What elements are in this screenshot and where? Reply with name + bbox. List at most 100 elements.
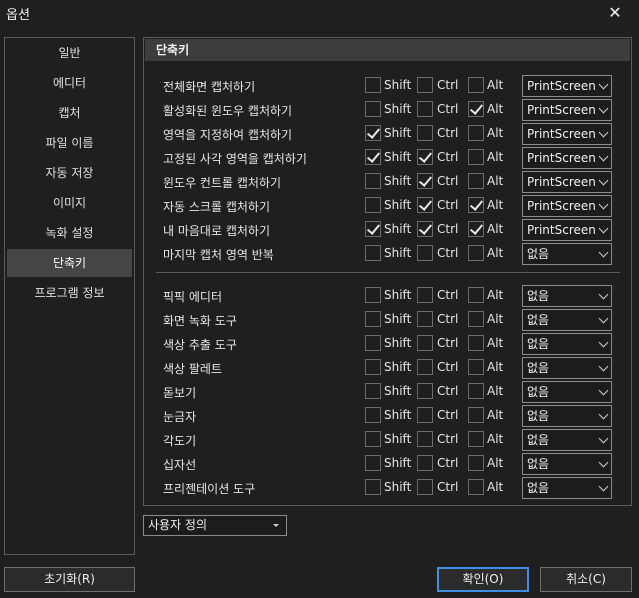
alt-label: Alt <box>487 312 504 326</box>
alt-checkbox[interactable] <box>468 173 484 189</box>
ctrl-checkbox[interactable] <box>417 287 433 303</box>
ctrl-checkbox[interactable] <box>417 125 433 141</box>
shift-label: Shift <box>384 432 412 446</box>
shift-label: Shift <box>384 288 412 302</box>
shift-checkbox[interactable] <box>365 455 381 471</box>
alt-checkbox[interactable] <box>468 77 484 93</box>
chevron-down-icon <box>598 199 609 210</box>
ctrl-checkbox[interactable] <box>417 479 433 495</box>
key-dropdown[interactable]: PrintScreen <box>522 195 612 217</box>
alt-label: Alt <box>487 222 504 236</box>
ctrl-checkbox[interactable] <box>417 101 433 117</box>
ctrl-checkbox[interactable] <box>417 383 433 399</box>
alt-checkbox[interactable] <box>468 149 484 165</box>
ctrl-checkbox[interactable] <box>417 221 433 237</box>
key-dropdown[interactable]: 없음 <box>522 381 612 403</box>
sidebar-item-4[interactable]: 자동 저장 <box>7 159 132 187</box>
alt-checkbox[interactable] <box>468 221 484 237</box>
chevron-down-icon <box>598 175 609 186</box>
alt-checkbox[interactable] <box>468 383 484 399</box>
key-dropdown[interactable]: 없음 <box>522 405 612 427</box>
chevron-down-icon <box>598 481 609 492</box>
shift-checkbox[interactable] <box>365 221 381 237</box>
key-dropdown[interactable]: PrintScreen <box>522 123 612 145</box>
shift-checkbox[interactable] <box>365 287 381 303</box>
shortcut-row: 윈도우 컨트롤 캡처하기 Shift Ctrl Alt PrintScreen <box>144 171 633 193</box>
sidebar-item-2[interactable]: 캡처 <box>7 99 132 127</box>
preset-dropdown[interactable]: 사용자 정의 <box>143 515 287 536</box>
key-dropdown[interactable]: PrintScreen <box>522 75 612 97</box>
alt-checkbox[interactable] <box>468 479 484 495</box>
ctrl-checkbox[interactable] <box>417 173 433 189</box>
alt-checkbox[interactable] <box>468 287 484 303</box>
sidebar-item-3[interactable]: 파일 이름 <box>7 129 132 157</box>
key-dropdown[interactable]: PrintScreen <box>522 171 612 193</box>
key-dropdown[interactable]: 없음 <box>522 429 612 451</box>
ctrl-checkbox[interactable] <box>417 149 433 165</box>
alt-checkbox[interactable] <box>468 335 484 351</box>
alt-checkbox[interactable] <box>468 125 484 141</box>
ctrl-checkbox[interactable] <box>417 197 433 213</box>
shift-checkbox[interactable] <box>365 431 381 447</box>
shift-checkbox[interactable] <box>365 407 381 423</box>
alt-checkbox[interactable] <box>468 311 484 327</box>
key-dropdown[interactable]: 없음 <box>522 309 612 331</box>
alt-checkbox[interactable] <box>468 455 484 471</box>
key-dropdown[interactable]: 없음 <box>522 285 612 307</box>
alt-checkbox[interactable] <box>468 359 484 375</box>
shift-checkbox[interactable] <box>365 149 381 165</box>
shift-checkbox[interactable] <box>365 77 381 93</box>
shift-checkbox[interactable] <box>365 245 381 261</box>
close-icon[interactable]: ✕ <box>605 3 625 23</box>
alt-label: Alt <box>487 480 504 494</box>
sidebar-item-0[interactable]: 일반 <box>7 39 132 67</box>
ctrl-checkbox[interactable] <box>417 311 433 327</box>
alt-checkbox[interactable] <box>468 245 484 261</box>
key-dropdown[interactable]: PrintScreen <box>522 99 612 121</box>
ctrl-checkbox[interactable] <box>417 77 433 93</box>
alt-checkbox[interactable] <box>468 407 484 423</box>
shift-checkbox[interactable] <box>365 173 381 189</box>
chevron-down-icon <box>598 151 609 162</box>
sidebar-item-5[interactable]: 이미지 <box>7 189 132 217</box>
key-dropdown[interactable]: 없음 <box>522 243 612 265</box>
shift-checkbox[interactable] <box>365 359 381 375</box>
shift-checkbox[interactable] <box>365 311 381 327</box>
shortcut-panel: 단축키 전체화면 캡처하기 Shift Ctrl Alt PrintScreen 활성화된… <box>143 37 632 506</box>
ctrl-checkbox[interactable] <box>417 407 433 423</box>
sidebar-item-1[interactable]: 에디터 <box>7 69 132 97</box>
key-value: 없음 <box>527 385 550 399</box>
ctrl-checkbox[interactable] <box>417 359 433 375</box>
alt-label: Alt <box>487 246 504 260</box>
alt-checkbox[interactable] <box>468 101 484 117</box>
key-dropdown[interactable]: 없음 <box>522 333 612 355</box>
shift-checkbox[interactable] <box>365 125 381 141</box>
ctrl-checkbox[interactable] <box>417 335 433 351</box>
key-dropdown[interactable]: PrintScreen <box>522 147 612 169</box>
shift-checkbox[interactable] <box>365 335 381 351</box>
cancel-button[interactable]: 취소(C) <box>540 567 632 592</box>
sidebar-item-7[interactable]: 단축키 <box>7 249 132 277</box>
alt-label: Alt <box>487 456 504 470</box>
ctrl-checkbox[interactable] <box>417 245 433 261</box>
ok-button[interactable]: 확인(O) <box>437 567 529 592</box>
shortcut-label: 전체화면 캡처하기 <box>163 80 256 94</box>
ctrl-checkbox[interactable] <box>417 431 433 447</box>
key-dropdown[interactable]: 없음 <box>522 453 612 475</box>
alt-checkbox[interactable] <box>468 197 484 213</box>
shift-checkbox[interactable] <box>365 197 381 213</box>
shortcut-label: 각도기 <box>163 434 197 448</box>
shift-checkbox[interactable] <box>365 383 381 399</box>
shift-checkbox[interactable] <box>365 101 381 117</box>
shift-checkbox[interactable] <box>365 479 381 495</box>
alt-checkbox[interactable] <box>468 431 484 447</box>
reset-button[interactable]: 초기화(R) <box>4 567 135 592</box>
key-dropdown[interactable]: PrintScreen <box>522 219 612 241</box>
shift-label: Shift <box>384 126 412 140</box>
key-value: 없음 <box>527 313 550 327</box>
key-dropdown[interactable]: 없음 <box>522 477 612 499</box>
ctrl-checkbox[interactable] <box>417 455 433 471</box>
key-dropdown[interactable]: 없음 <box>522 357 612 379</box>
sidebar-item-6[interactable]: 녹화 설정 <box>7 219 132 247</box>
sidebar-item-8[interactable]: 프로그램 정보 <box>7 279 132 307</box>
